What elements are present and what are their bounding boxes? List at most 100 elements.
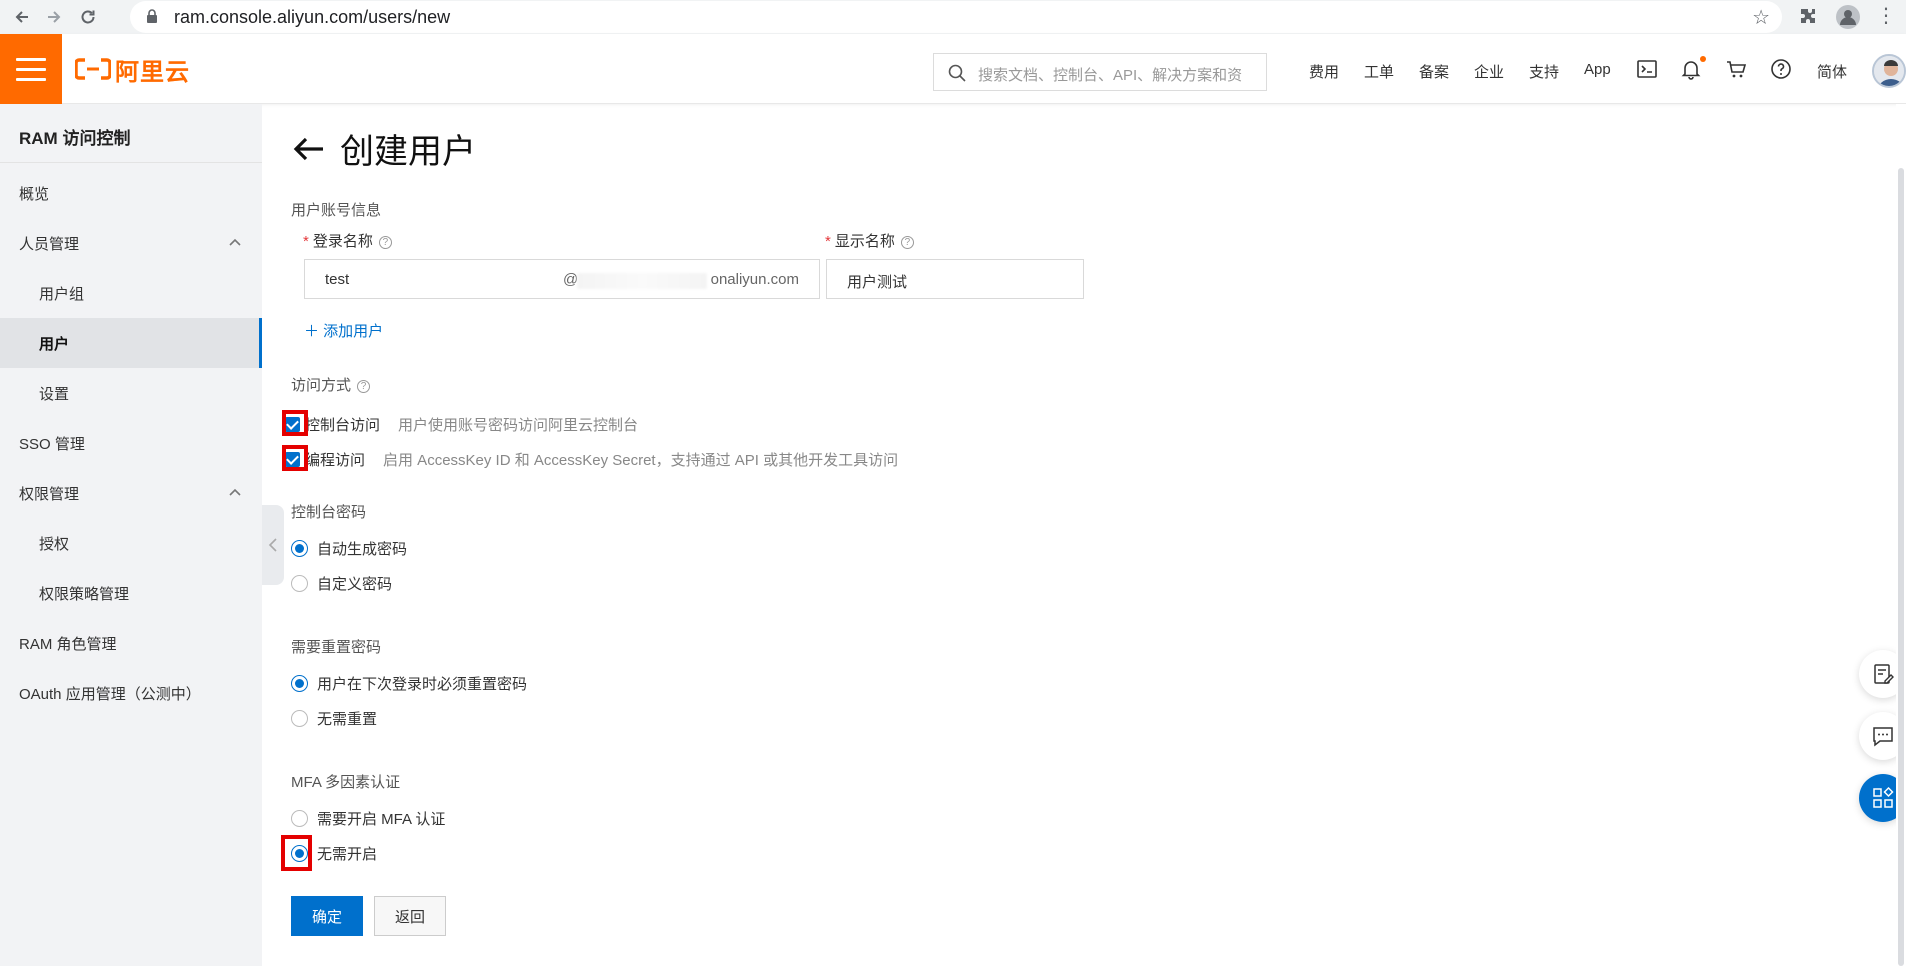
programmatic-access-label: 编程访问 bbox=[305, 451, 366, 469]
no-reset-radio[interactable] bbox=[291, 709, 308, 727]
highlight-box bbox=[282, 445, 308, 471]
sidebar-item-policies[interactable]: 权限策略管理 bbox=[0, 568, 262, 618]
help-icon[interactable] bbox=[1770, 58, 1792, 80]
sidebar-item-user-groups[interactable]: 用户组 bbox=[0, 268, 262, 318]
logo-text: 阿里云 bbox=[115, 58, 190, 86]
sidebar-item-sso[interactable]: SSO 管理 bbox=[0, 418, 262, 468]
reload-icon[interactable] bbox=[76, 5, 100, 29]
bell-icon[interactable] bbox=[1680, 58, 1702, 80]
sidebar-item-label: 授权 bbox=[39, 535, 70, 553]
main-content: 创建用户 用户账号信息 * 登录名称? * 显示名称? test @ onaliyu… bbox=[262, 104, 1906, 966]
add-user-label: 添加用户 bbox=[323, 323, 384, 340]
bookmark-star-icon[interactable]: ☆ bbox=[1752, 5, 1770, 30]
back-arrow-icon[interactable] bbox=[291, 131, 327, 167]
no-reset-option[interactable]: 无需重置 bbox=[291, 706, 377, 730]
nav-support[interactable]: 支持 bbox=[1529, 61, 1559, 82]
custom-password-radio[interactable] bbox=[291, 574, 308, 592]
auto-password-radio[interactable] bbox=[291, 539, 308, 557]
display-name-input[interactable]: 用户测试 bbox=[826, 259, 1084, 299]
login-domain-suffix: onaliyun.com bbox=[710, 271, 799, 288]
help-circle-icon[interactable]: ? bbox=[900, 235, 914, 249]
mfa-required-option[interactable]: 需要开启 MFA 认证 bbox=[291, 806, 445, 830]
redacted-domain bbox=[577, 273, 707, 289]
browser-menu-icon[interactable]: ⋮ bbox=[1874, 5, 1898, 29]
mfa-required-radio[interactable] bbox=[291, 809, 308, 827]
sidebar-item-identities[interactable]: 人员管理 bbox=[0, 218, 262, 268]
login-domain-at: @ bbox=[563, 271, 579, 288]
sidebar-item-label: 用户组 bbox=[39, 285, 85, 303]
console-access-option[interactable]: 控制台访问 用户使用账号密码访问阿里云控制台 bbox=[285, 410, 638, 438]
sidebar-item-grants[interactable]: 授权 bbox=[0, 518, 262, 568]
add-user-link[interactable]: ＋ 添加用户 bbox=[304, 320, 383, 341]
page-title: 创建用户 bbox=[340, 133, 476, 171]
back-button[interactable]: 返回 bbox=[374, 896, 446, 936]
must-reset-label: 用户在下次登录时必须重置密码 bbox=[317, 675, 528, 693]
chevron-up-icon[interactable] bbox=[228, 486, 242, 500]
search-icon bbox=[948, 64, 966, 82]
login-name-label: * 登录名称? bbox=[303, 230, 392, 251]
nav-tickets[interactable]: 工单 bbox=[1364, 61, 1394, 82]
custom-password-label: 自定义密码 bbox=[317, 575, 393, 593]
required-star: * bbox=[303, 233, 309, 250]
scrollbar-thumb[interactable] bbox=[1898, 168, 1904, 966]
sidebar-item-overview[interactable]: 概览 bbox=[0, 168, 262, 218]
language-switch[interactable]: 简体 bbox=[1817, 61, 1847, 82]
console-header: 阿里云 搜索文档、控制台、API、解决方案和资 费用 工单 备案 企业 支持 A… bbox=[0, 34, 1906, 104]
sidebar-item-oauth-apps[interactable]: OAuth 应用管理（公测中） bbox=[0, 668, 262, 718]
mfa-section-title: MFA 多因素认证 bbox=[291, 774, 401, 791]
sidebar-divider bbox=[0, 162, 262, 163]
back-nav-icon[interactable] bbox=[10, 5, 34, 29]
programmatic-access-desc: 启用 AccessKey ID 和 AccessKey Secret，支持通过 … bbox=[383, 451, 899, 469]
sidebar-item-users[interactable]: 用户 bbox=[0, 318, 262, 368]
sidebar-item-label: OAuth 应用管理（公测中） bbox=[19, 685, 201, 703]
sidebar-item-permissions[interactable]: 权限管理 bbox=[0, 468, 262, 518]
confirm-button[interactable]: 确定 bbox=[291, 896, 363, 936]
user-avatar[interactable] bbox=[1872, 54, 1906, 88]
nav-app[interactable]: App bbox=[1584, 61, 1611, 78]
highlight-box bbox=[282, 410, 308, 436]
must-reset-option[interactable]: 用户在下次登录时必须重置密码 bbox=[291, 671, 527, 695]
custom-password-option[interactable]: 自定义密码 bbox=[291, 571, 392, 595]
chevron-up-icon[interactable] bbox=[228, 236, 242, 250]
help-circle-icon[interactable]: ? bbox=[378, 235, 392, 249]
sidebar: RAM 访问控制 概览 人员管理 用户组 用户 设置 SSO 管理 权限管理 授… bbox=[0, 104, 262, 966]
highlight-box bbox=[281, 835, 312, 871]
auto-password-option[interactable]: 自动生成密码 bbox=[291, 536, 407, 560]
hamburger-menu-button[interactable] bbox=[0, 34, 62, 104]
aliyun-logo[interactable]: 阿里云 bbox=[75, 54, 190, 86]
display-name-label: * 显示名称? bbox=[825, 230, 914, 251]
address-bar[interactable]: ram.console.aliyun.com/users/new ☆ bbox=[130, 1, 1782, 33]
nav-icp[interactable]: 备案 bbox=[1419, 61, 1449, 82]
no-reset-label: 无需重置 bbox=[317, 710, 378, 728]
help-circle-icon[interactable]: ? bbox=[357, 379, 371, 393]
must-reset-radio[interactable] bbox=[291, 674, 308, 692]
terminal-icon[interactable] bbox=[1636, 58, 1658, 80]
browser-toolbar: ram.console.aliyun.com/users/new ☆ ⋮ bbox=[0, 0, 1906, 34]
sidebar-item-label: 概览 bbox=[19, 185, 50, 203]
extensions-icon[interactable] bbox=[1796, 5, 1820, 29]
sidebar-item-ram-roles[interactable]: RAM 角色管理 bbox=[0, 618, 262, 668]
nav-enterprise[interactable]: 企业 bbox=[1474, 61, 1504, 82]
login-name-value: test bbox=[325, 271, 350, 288]
auto-password-label: 自动生成密码 bbox=[317, 540, 408, 558]
forward-nav-icon[interactable] bbox=[42, 5, 66, 29]
console-access-desc: 用户使用账号密码访问阿里云控制台 bbox=[398, 416, 639, 434]
required-star: * bbox=[825, 233, 831, 250]
search-placeholder: 搜索文档、控制台、API、解决方案和资 bbox=[978, 67, 1243, 84]
access-section-title: 访问方式? bbox=[291, 374, 371, 395]
display-name-label-text: 显示名称 bbox=[834, 233, 895, 250]
login-name-input[interactable]: test @ onaliyun.com bbox=[304, 259, 820, 299]
global-search-input[interactable]: 搜索文档、控制台、API、解决方案和资 bbox=[933, 53, 1267, 91]
nav-fees[interactable]: 费用 bbox=[1309, 61, 1339, 82]
sidebar-item-settings[interactable]: 设置 bbox=[0, 368, 262, 418]
profile-icon[interactable] bbox=[1836, 5, 1860, 29]
lock-icon bbox=[147, 9, 157, 23]
console-password-section-title: 控制台密码 bbox=[291, 504, 367, 521]
chat-icon bbox=[1873, 727, 1893, 747]
programmatic-access-option[interactable]: 编程访问 启用 AccessKey ID 和 AccessKey Secret，… bbox=[285, 445, 898, 473]
reset-password-section-title: 需要重置密码 bbox=[291, 639, 382, 656]
cart-icon[interactable] bbox=[1725, 58, 1747, 80]
console-access-label: 控制台访问 bbox=[305, 416, 381, 434]
account-section-title: 用户账号信息 bbox=[291, 202, 382, 219]
sidebar-item-label: 权限管理 bbox=[19, 485, 80, 503]
